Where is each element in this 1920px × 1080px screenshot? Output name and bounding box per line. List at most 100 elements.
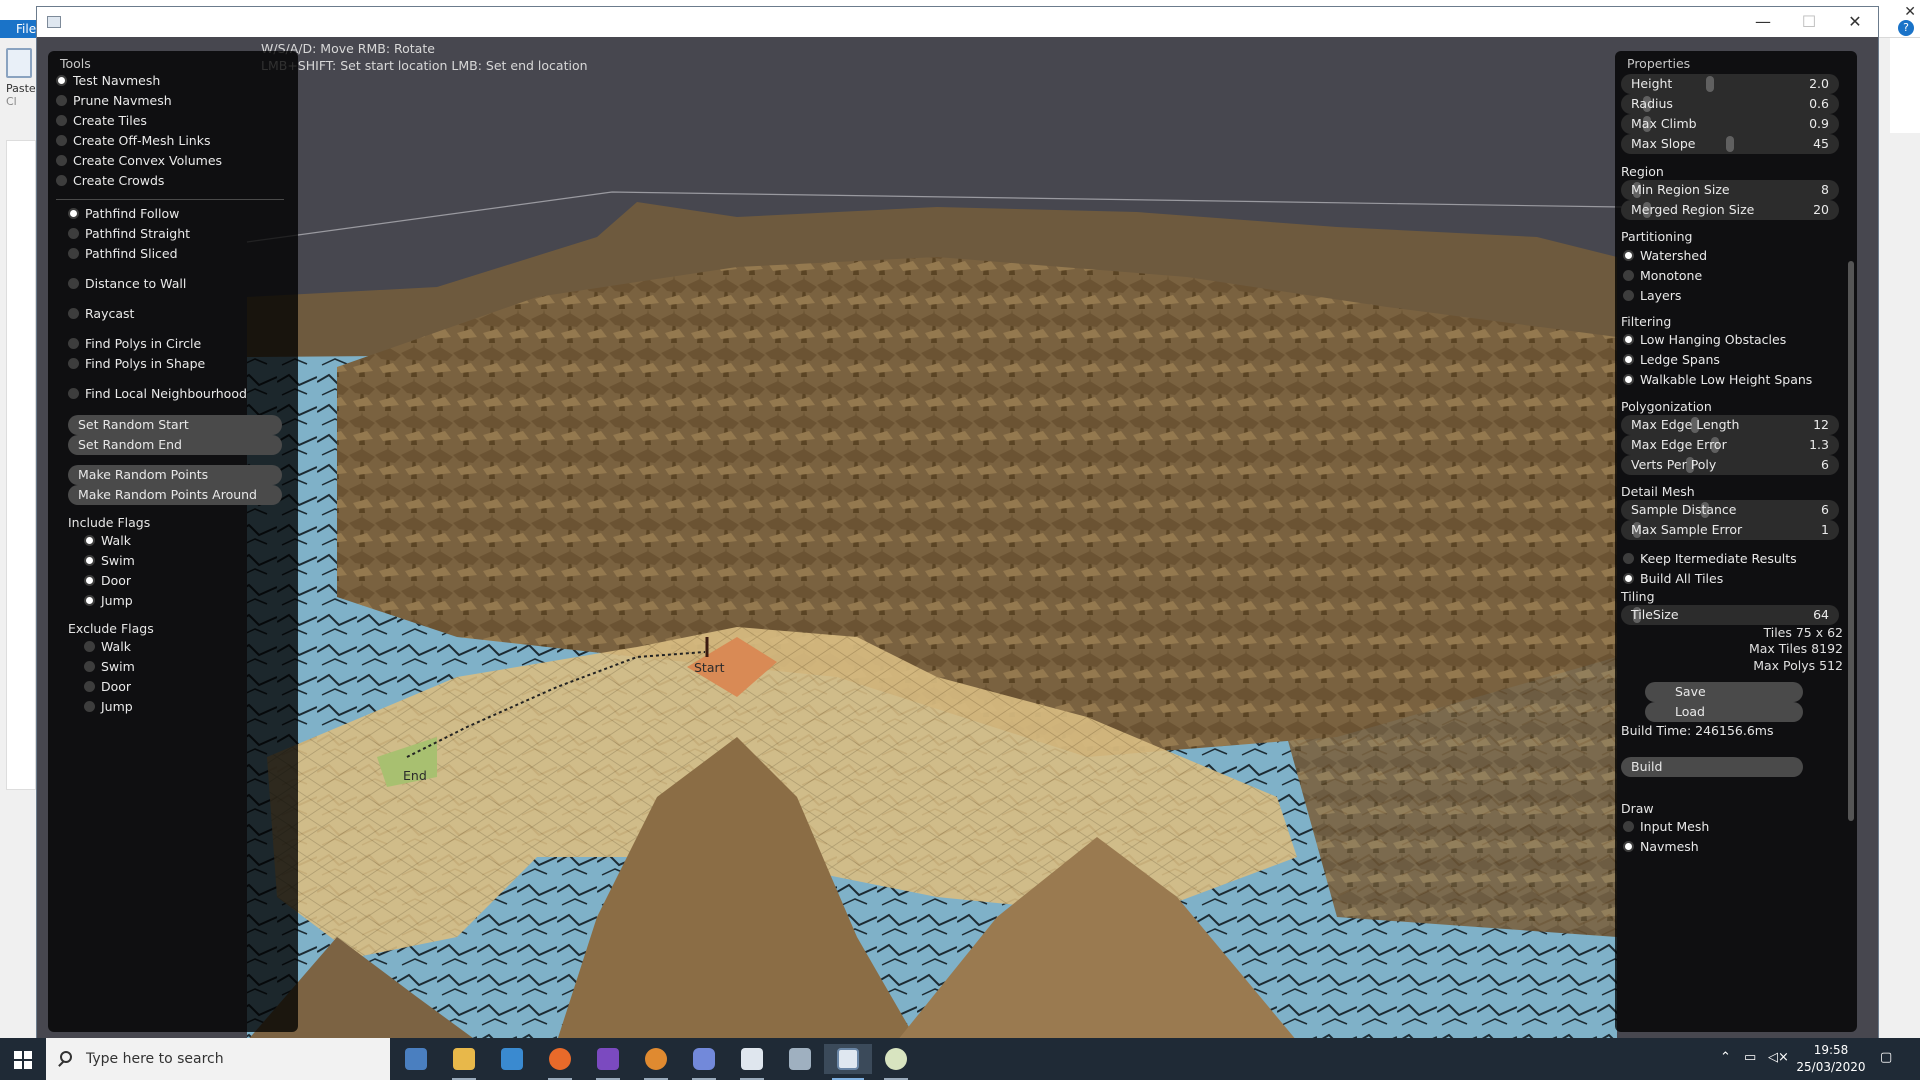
tool-test-navmesh[interactable]: Test Navmesh xyxy=(56,71,160,91)
taskbar-search[interactable]: Type here to search xyxy=(46,1038,390,1080)
checkbox-icon xyxy=(1623,573,1634,584)
search-placeholder: Type here to search xyxy=(86,1051,224,1067)
draw-input-mesh[interactable]: Input Mesh xyxy=(1623,817,1709,837)
build-button[interactable]: Build xyxy=(1621,757,1803,777)
tool-create-crowds[interactable]: Create Crowds xyxy=(56,171,164,191)
firefox-icon[interactable] xyxy=(536,1044,584,1080)
partition-layers[interactable]: Layers xyxy=(1623,286,1681,306)
mode-pathfind-straight[interactable]: Pathfind Straight xyxy=(68,224,190,244)
checkbox-icon xyxy=(1623,334,1634,345)
volume-muted-icon[interactable]: ◁× xyxy=(1768,1050,1789,1065)
system-clock[interactable]: 19:58 25/03/2020 xyxy=(1796,1042,1866,1076)
file-tab[interactable]: File xyxy=(0,20,40,38)
devices-icon[interactable] xyxy=(776,1044,824,1074)
title-bar: — ☐ ✕ xyxy=(37,7,1878,37)
tiles-count: Tiles 75 x 62 xyxy=(1763,625,1843,640)
max-edge-error-slider[interactable]: Max Edge Error 1.3 xyxy=(1621,435,1839,455)
tool-create-tiles[interactable]: Create Tiles xyxy=(56,111,147,131)
max-edge-length-slider[interactable]: Max Edge Length 12 xyxy=(1621,415,1839,435)
paste-button[interactable]: Paste Cl xyxy=(6,48,36,118)
3d-viewport[interactable]: W/S/A/D: Move RMB: Rotate LMB+SHIFT: Set… xyxy=(37,37,1878,1041)
paint-close-icon[interactable]: ✕ xyxy=(1904,4,1916,20)
people-icon[interactable] xyxy=(392,1044,440,1074)
tool-prune-navmesh[interactable]: Prune Navmesh xyxy=(56,91,172,111)
include-jump-checkbox[interactable]: Jump xyxy=(84,591,133,611)
set-random-end-button[interactable]: Set Random End xyxy=(68,435,282,455)
recast-demo-icon[interactable] xyxy=(824,1044,872,1080)
checkbox-icon xyxy=(1623,553,1634,564)
min-region-size-slider[interactable]: Min Region Size 8 xyxy=(1621,180,1839,200)
tile-size-slider[interactable]: TileSize 64 xyxy=(1621,605,1839,625)
filter-walkable-low-height-spans[interactable]: Walkable Low Height Spans xyxy=(1623,370,1812,390)
notifications-icon[interactable]: ▢ xyxy=(1880,1050,1892,1065)
mode-find-polys-circle[interactable]: Find Polys in Circle xyxy=(68,334,201,354)
minimize-button[interactable]: — xyxy=(1740,7,1786,37)
max-slope-slider[interactable]: Max Slope 45 xyxy=(1621,134,1839,154)
radio-icon xyxy=(68,308,79,319)
tool-create-convex-volumes[interactable]: Create Convex Volumes xyxy=(56,151,222,171)
terrain-scene xyxy=(37,37,1878,1041)
include-swim-checkbox[interactable]: Swim xyxy=(84,551,135,571)
max-climb-slider[interactable]: Max Climb 0.9 xyxy=(1621,114,1839,134)
radio-icon xyxy=(68,338,79,349)
partition-watershed[interactable]: Watershed xyxy=(1623,246,1707,266)
mode-pathfind-follow[interactable]: Pathfind Follow xyxy=(68,204,179,224)
start-button[interactable] xyxy=(0,1038,44,1080)
tiling-title: Tiling xyxy=(1621,589,1655,604)
slider-knob[interactable] xyxy=(1706,76,1714,92)
keep-intermediate-results[interactable]: Keep Itermediate Results xyxy=(1623,549,1797,569)
make-random-points-around-button[interactable]: Make Random Points Around xyxy=(68,485,282,505)
exclude-door-checkbox[interactable]: Door xyxy=(84,677,131,697)
slider-knob[interactable] xyxy=(1726,136,1734,152)
include-walk-checkbox[interactable]: Walk xyxy=(84,531,131,551)
include-door-checkbox[interactable]: Door xyxy=(84,571,131,591)
paint-icon[interactable] xyxy=(872,1044,920,1080)
exclude-swim-checkbox[interactable]: Swim xyxy=(84,657,135,677)
height-slider[interactable]: Height 2.0 xyxy=(1621,74,1839,94)
radius-slider[interactable]: Radius 0.6 xyxy=(1621,94,1839,114)
sample-distance-slider[interactable]: Sample Distance 6 xyxy=(1621,500,1839,520)
close-button[interactable]: ✕ xyxy=(1832,7,1878,37)
properties-title: Properties xyxy=(1627,56,1691,71)
save-button[interactable]: Save xyxy=(1645,682,1803,702)
exclude-walk-checkbox[interactable]: Walk xyxy=(84,637,131,657)
maximize-button[interactable]: ☐ xyxy=(1786,7,1832,37)
set-random-start-button[interactable]: Set Random Start xyxy=(68,415,282,435)
load-button[interactable]: Load xyxy=(1645,702,1803,722)
mode-distance-to-wall[interactable]: Distance to Wall xyxy=(68,274,186,294)
max-tiles: Max Tiles 8192 xyxy=(1748,641,1843,656)
file-explorer-icon[interactable] xyxy=(440,1044,488,1080)
clipboard-icon xyxy=(6,48,32,78)
taskbar: Type here to search ⌃ ▭ ◁× 19:58 25/03/2… xyxy=(0,1038,1920,1080)
filter-ledge-spans[interactable]: Ledge Spans xyxy=(1623,350,1720,370)
build-all-tiles[interactable]: Build All Tiles xyxy=(1623,569,1723,589)
mode-pathfind-sliced[interactable]: Pathfind Sliced xyxy=(68,244,178,264)
filter-low-hanging-obstacles[interactable]: Low Hanging Obstacles xyxy=(1623,330,1786,350)
blender-icon[interactable] xyxy=(632,1044,680,1080)
mode-raycast[interactable]: Raycast xyxy=(68,304,134,324)
verts-per-poly-slider[interactable]: Verts Per Poly 6 xyxy=(1621,455,1839,475)
max-sample-error-slider[interactable]: Max Sample Error 1 xyxy=(1621,520,1839,540)
draw-navmesh[interactable]: Navmesh xyxy=(1623,837,1699,857)
mode-find-polys-shape[interactable]: Find Polys in Shape xyxy=(68,354,205,374)
chevron-up-icon[interactable]: ⌃ xyxy=(1720,1050,1731,1065)
discord-icon[interactable] xyxy=(680,1044,728,1080)
help-icon[interactable]: ? xyxy=(1898,20,1914,36)
radio-icon xyxy=(56,115,67,126)
merged-region-size-slider[interactable]: Merged Region Size 20 xyxy=(1621,200,1839,220)
visual-studio-icon[interactable] xyxy=(584,1044,632,1080)
store-icon[interactable] xyxy=(488,1044,536,1074)
properties-scrollbar[interactable] xyxy=(1848,261,1854,821)
search-icon xyxy=(60,1051,72,1063)
tool-create-offmesh-links[interactable]: Create Off-Mesh Links xyxy=(56,131,210,151)
make-random-points-button[interactable]: Make Random Points xyxy=(68,465,282,485)
filtering-title: Filtering xyxy=(1621,314,1672,329)
radio-icon xyxy=(68,248,79,259)
mode-find-local-neighbourhood[interactable]: Find Local Neighbourhood xyxy=(68,384,247,404)
radio-icon xyxy=(1623,841,1634,852)
app-window-icon[interactable] xyxy=(728,1044,776,1080)
partition-monotone[interactable]: Monotone xyxy=(1623,266,1702,286)
network-icon[interactable]: ▭ xyxy=(1744,1050,1756,1065)
clock-date: 25/03/2020 xyxy=(1796,1060,1866,1074)
exclude-jump-checkbox[interactable]: Jump xyxy=(84,697,133,717)
